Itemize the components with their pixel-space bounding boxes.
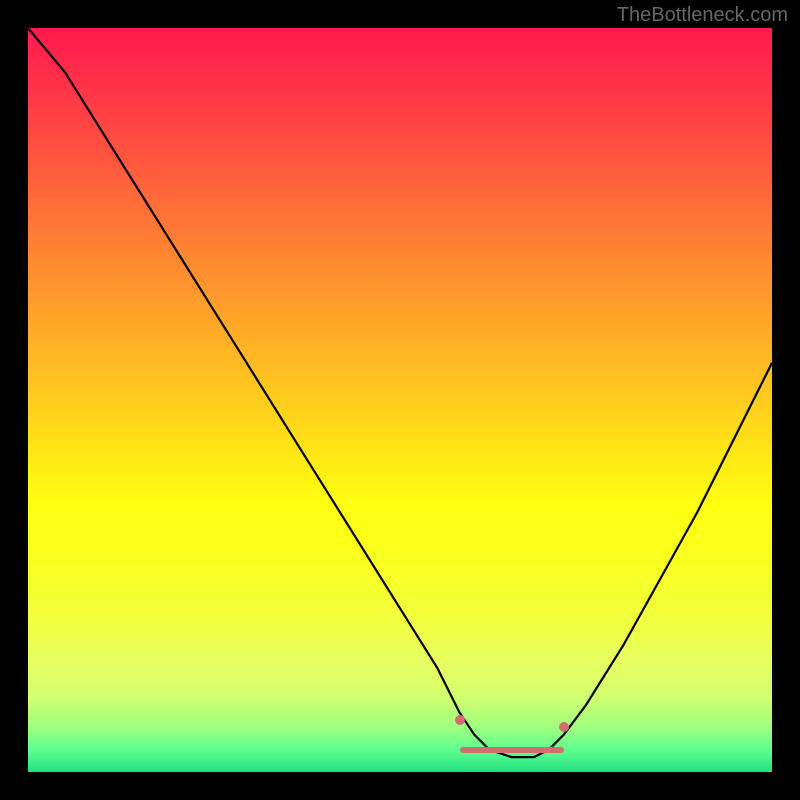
optimal-zone-line: [460, 747, 564, 753]
watermark-text: TheBottleneck.com: [617, 4, 788, 27]
marker-dot: [455, 715, 465, 725]
plot-area: [28, 28, 772, 772]
marker-dot: [559, 722, 569, 732]
bottleneck-curve: [28, 28, 772, 772]
